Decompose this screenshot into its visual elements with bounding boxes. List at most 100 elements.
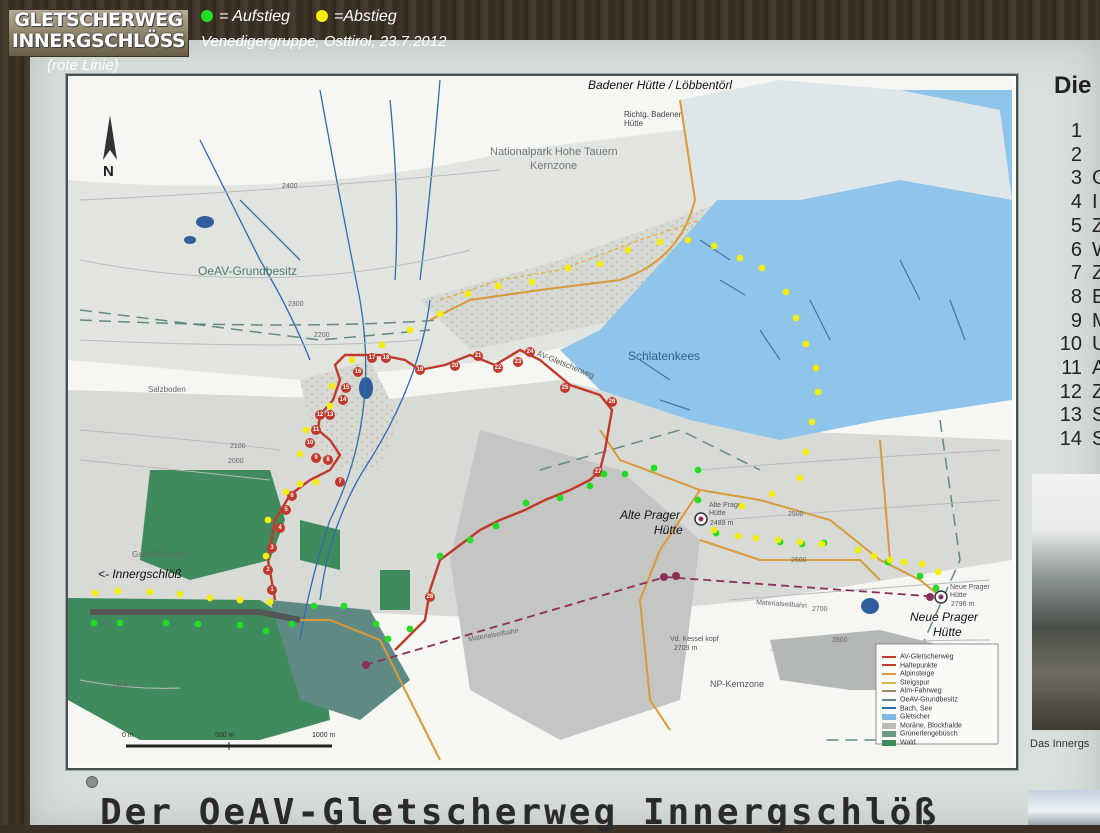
abstieg-dot xyxy=(528,278,536,286)
abstieg-dot xyxy=(266,598,274,606)
aufstieg-dot xyxy=(310,602,318,610)
side-list-initial: W xyxy=(1092,239,1100,262)
aufstieg-dot xyxy=(586,482,594,490)
aufstieg-dot xyxy=(162,619,170,627)
side-list-number: 6 xyxy=(1070,238,1082,261)
side-list-number: 5 xyxy=(1070,214,1082,237)
abstieg-dot xyxy=(818,540,826,548)
aufstieg-dot xyxy=(600,470,608,478)
aufstieg-dot xyxy=(372,620,380,628)
aufstieg-dot xyxy=(522,499,530,507)
side-list-initial: I xyxy=(1092,191,1098,214)
aufstieg-dot xyxy=(236,621,244,629)
abstieg-dot xyxy=(656,238,664,246)
abstieg-dot xyxy=(326,402,334,410)
abstieg-dot xyxy=(684,236,692,244)
side-list-initial: U xyxy=(1092,333,1100,356)
side-list-initial: Z xyxy=(1092,380,1100,403)
abstieg-dot xyxy=(934,568,942,576)
abstieg-dot xyxy=(738,502,746,510)
side-list-number: 9 xyxy=(1070,309,1082,332)
abstieg-dot xyxy=(796,474,804,482)
side-list-number: 14 xyxy=(1059,428,1082,451)
abstieg-dot xyxy=(236,596,244,604)
side-list-number: 8 xyxy=(1070,285,1082,308)
aufstieg-dot xyxy=(340,602,348,610)
abstieg-dot xyxy=(176,590,184,598)
abstieg-dot-icon xyxy=(316,10,328,22)
abstieg-dot xyxy=(814,388,822,396)
abstieg-dot xyxy=(812,364,820,372)
abstieg-dot xyxy=(796,538,804,546)
aufstieg-dot xyxy=(194,620,202,628)
abstieg-dot xyxy=(348,356,356,364)
abstieg-dot xyxy=(870,552,878,560)
aufstieg-dot xyxy=(694,466,702,474)
abstieg-dot xyxy=(296,480,304,488)
abstieg-dot xyxy=(312,478,320,486)
aufstieg-dot xyxy=(556,494,564,502)
side-panel-photo-2 xyxy=(1028,790,1100,825)
aufstieg-dot xyxy=(384,635,392,643)
aufstieg-dot xyxy=(436,552,444,560)
side-list-initial: E xyxy=(1092,285,1100,308)
aufstieg-dot xyxy=(262,627,270,635)
abstieg-dot xyxy=(406,326,414,334)
side-list-initial: S xyxy=(1092,428,1100,451)
abstieg-dot xyxy=(802,340,810,348)
side-panel-photo-caption: Das Innergs xyxy=(1030,738,1090,750)
abstieg-dot xyxy=(282,488,290,496)
aufstieg-dot xyxy=(492,522,500,530)
aufstieg-dot xyxy=(621,470,629,478)
hike-dots-overlay xyxy=(90,236,942,643)
side-list-number: 12 xyxy=(1059,380,1082,403)
aufstieg-dot xyxy=(932,584,940,592)
aufstieg-dot xyxy=(288,620,296,628)
abstieg-dot xyxy=(900,558,908,566)
side-list-number: 10 xyxy=(1059,333,1082,356)
abstieg-dot xyxy=(206,594,214,602)
side-list-number: 3 xyxy=(1070,167,1082,190)
abstieg-dot xyxy=(91,589,99,597)
abstieg-dot xyxy=(758,264,766,272)
side-list-number: 13 xyxy=(1059,404,1082,427)
abstieg-dot xyxy=(918,560,926,568)
abstieg-dot xyxy=(886,556,894,564)
abstieg-dot xyxy=(436,310,444,318)
board-screw xyxy=(86,776,98,788)
side-list-initial: S xyxy=(1092,404,1100,427)
aufstieg-dot xyxy=(466,536,474,544)
side-list-number: 1 xyxy=(1070,120,1082,142)
abstieg-dot xyxy=(802,448,810,456)
abstieg-dot xyxy=(734,532,742,540)
abstieg-dot xyxy=(596,260,604,268)
abstieg-dot xyxy=(774,536,782,544)
header-subtitle: Venedigergruppe, Osttirol, 23.7.2012 xyxy=(201,33,447,50)
aufstieg-dot xyxy=(90,619,98,627)
side-list-initial: G xyxy=(1092,167,1100,190)
legend-aufstieg: = Aufstieg xyxy=(219,8,291,25)
abstieg-dot xyxy=(808,418,816,426)
abstieg-dot xyxy=(752,534,760,542)
side-list-number: 2 xyxy=(1070,143,1082,166)
abstieg-dot xyxy=(710,526,718,534)
abstieg-dot xyxy=(782,288,790,296)
abstieg-dot xyxy=(146,588,154,596)
abstieg-dot xyxy=(624,246,632,254)
side-list-number: 11 xyxy=(1061,357,1082,379)
abstieg-dot xyxy=(296,450,304,458)
abstieg-dot xyxy=(264,516,272,524)
abstieg-dot xyxy=(792,314,800,322)
side-list-number: 7 xyxy=(1070,262,1082,285)
abstieg-dot xyxy=(768,490,776,498)
gletscherweg-logo: GLETSCHERWEG INNERGSCHLÖSS xyxy=(8,9,189,57)
side-panel-photo xyxy=(1032,474,1100,730)
abstieg-dot xyxy=(854,546,862,554)
abstieg-dot xyxy=(564,264,572,272)
aufstieg-dot xyxy=(116,619,124,627)
abstieg-dot xyxy=(736,254,744,262)
abstieg-dot xyxy=(114,587,122,595)
board-title: Der OeAV-Gletscherweg Innergschlöß xyxy=(100,792,939,833)
logo-line-1: GLETSCHERWEG xyxy=(14,9,183,31)
side-list-initial: Z xyxy=(1092,214,1100,237)
